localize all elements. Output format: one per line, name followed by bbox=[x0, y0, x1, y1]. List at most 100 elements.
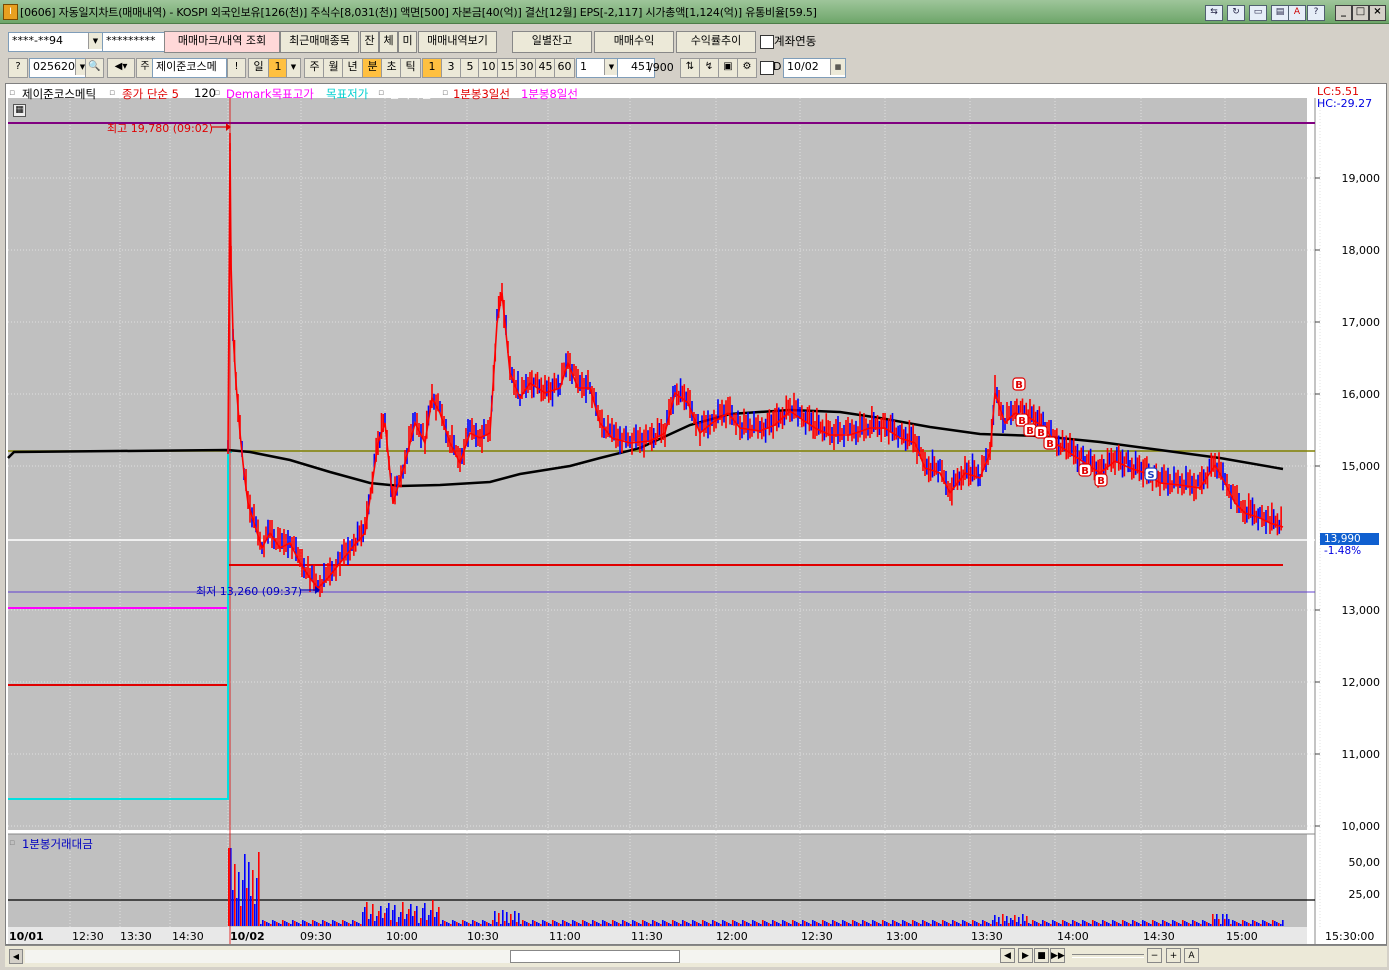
interval-button[interactable]: 1 bbox=[422, 58, 442, 78]
settings-icon[interactable]: ⚙ bbox=[737, 58, 757, 78]
daily-balance-button[interactable]: 일별잔고 bbox=[512, 31, 592, 53]
scroll-left-icon[interactable]: ◀ bbox=[9, 949, 23, 964]
volume-bar bbox=[1168, 923, 1170, 926]
refresh-icon[interactable]: ↻ bbox=[1227, 5, 1245, 21]
volume-bar bbox=[982, 920, 984, 926]
chevron-down-icon[interactable]: ▼ bbox=[286, 58, 301, 78]
period-tick-button[interactable]: 틱 bbox=[400, 58, 421, 78]
interval-button[interactable]: 60 bbox=[554, 58, 575, 78]
volume-bar bbox=[624, 921, 626, 926]
screen-icon[interactable]: ▭ bbox=[1249, 5, 1267, 21]
help-icon[interactable]: ? bbox=[1307, 5, 1325, 21]
layout-icon[interactable]: ▤ bbox=[1271, 5, 1289, 21]
d-checkbox[interactable] bbox=[760, 61, 774, 75]
scroll-control-button[interactable]: A bbox=[1184, 948, 1199, 963]
interval-button[interactable]: 30 bbox=[516, 58, 537, 78]
volume-bar bbox=[820, 924, 822, 926]
volume-bar bbox=[850, 924, 852, 926]
volume-bar bbox=[942, 920, 944, 926]
speaker-icon[interactable]: ◀▾ bbox=[107, 58, 135, 78]
grid-toggle-icon[interactable]: ▦ bbox=[13, 104, 26, 117]
volume-bar bbox=[626, 922, 628, 926]
scroll-control-button[interactable]: − bbox=[1147, 948, 1162, 963]
search-code-icon[interactable]: ? bbox=[8, 58, 28, 78]
volume-bar bbox=[1050, 924, 1052, 926]
scroll-control-button[interactable]: ▶▶ bbox=[1050, 948, 1065, 963]
trade-history-button[interactable]: 매매내역보기 bbox=[418, 31, 497, 53]
volume-bar bbox=[1152, 920, 1154, 926]
volume-bar bbox=[622, 920, 624, 926]
trade-profit-button[interactable]: 매매수익 bbox=[594, 31, 674, 53]
tools-icon[interactable]: ⇅ bbox=[680, 58, 700, 78]
zoom-slider[interactable] bbox=[1072, 954, 1144, 958]
unexecuted-button[interactable]: 미 bbox=[398, 31, 417, 53]
volume-bar bbox=[442, 920, 444, 926]
recent-trades-button[interactable]: 최근매매종목 bbox=[280, 31, 359, 53]
password-field[interactable]: ********* bbox=[102, 32, 165, 52]
interval-button[interactable]: 5 bbox=[460, 58, 480, 78]
scroll-control-button[interactable]: ◀ bbox=[1000, 948, 1015, 963]
scroll-control-button[interactable]: + bbox=[1166, 948, 1181, 963]
legend-marker-icon: ▫ bbox=[9, 838, 16, 848]
volume-bar bbox=[566, 922, 568, 926]
account-select[interactable]: ****-**94 ▼ bbox=[8, 32, 103, 52]
volume-bar bbox=[994, 915, 996, 926]
interval-button[interactable]: 3 bbox=[441, 58, 461, 78]
interval-button[interactable]: 10 bbox=[478, 58, 499, 78]
volume-bar bbox=[638, 923, 640, 926]
calendar-icon[interactable]: ▦ bbox=[830, 59, 845, 75]
executed-button[interactable]: 체 bbox=[379, 31, 398, 53]
period-day-button[interactable]: 일 bbox=[248, 58, 269, 78]
x-tick-label: 13:00 bbox=[886, 930, 918, 943]
chevron-down-icon[interactable]: ▼ bbox=[604, 59, 618, 75]
volume-bar bbox=[1088, 923, 1090, 926]
save-icon[interactable]: ▣ bbox=[718, 58, 738, 78]
stock-code-field[interactable]: 025620 ▼ bbox=[29, 58, 90, 78]
volume-bar bbox=[846, 922, 848, 926]
interval-button[interactable]: 15 bbox=[497, 58, 518, 78]
balance-button[interactable]: 잔 bbox=[360, 31, 379, 53]
chart-tool-icon[interactable]: ↯ bbox=[699, 58, 719, 78]
period-month-button[interactable]: 월 bbox=[323, 58, 344, 78]
search-icon[interactable]: 🔍 bbox=[85, 58, 104, 78]
volume-bar bbox=[588, 923, 590, 926]
volume-bar bbox=[548, 923, 550, 926]
period-minute-button[interactable]: 분 bbox=[362, 58, 383, 78]
volume-bar bbox=[642, 920, 644, 926]
volume-bar bbox=[1270, 924, 1272, 926]
close-button[interactable]: × bbox=[1369, 5, 1386, 21]
return-trend-button[interactable]: 수익률추이 bbox=[676, 31, 756, 53]
interval-select[interactable]: 1 ▼ bbox=[576, 58, 619, 78]
price-chart[interactable]: 19,000 18,000 17,000 16,000 15,000 13,000 12,0… bbox=[5, 83, 1387, 945]
volume-bar bbox=[1076, 922, 1078, 926]
volume-bar bbox=[710, 924, 712, 926]
volume-bar bbox=[256, 878, 258, 926]
volume-bar bbox=[1060, 924, 1062, 926]
volume-bar bbox=[992, 920, 994, 926]
period-week-button[interactable]: 주 bbox=[304, 58, 325, 78]
mark-history-button[interactable]: 매매마크/내역 조회 bbox=[164, 31, 280, 53]
volume-bar bbox=[320, 924, 322, 926]
scroll-control-button[interactable]: ▶ bbox=[1018, 948, 1033, 963]
font-icon[interactable]: A bbox=[1288, 5, 1306, 21]
volume-bar bbox=[1196, 922, 1198, 926]
scroll-control-button[interactable]: ■ bbox=[1034, 948, 1049, 963]
volume-bar bbox=[364, 907, 366, 926]
scroll-thumb[interactable] bbox=[510, 950, 680, 963]
period-second-button[interactable]: 초 bbox=[381, 58, 402, 78]
period-day-value[interactable]: 1 bbox=[268, 58, 288, 78]
interval-button[interactable]: 45 bbox=[535, 58, 556, 78]
volume-bar bbox=[532, 920, 534, 926]
link-icon[interactable]: ⇆ bbox=[1205, 5, 1223, 21]
account-link-checkbox[interactable] bbox=[760, 35, 774, 49]
minimize-button[interactable]: _ bbox=[1335, 5, 1352, 21]
chevron-down-icon[interactable]: ▼ bbox=[88, 33, 102, 49]
period-year-button[interactable]: 년 bbox=[342, 58, 363, 78]
alert-button[interactable]: ! bbox=[227, 58, 246, 78]
maximize-button[interactable]: □ bbox=[1352, 5, 1369, 21]
date-field[interactable]: 10/02 ▦ bbox=[783, 58, 846, 78]
volume-bar bbox=[600, 924, 602, 926]
volume-bar bbox=[948, 923, 950, 926]
legend-short-over: 단기과열 bbox=[389, 87, 432, 101]
volume-bar bbox=[804, 921, 806, 926]
